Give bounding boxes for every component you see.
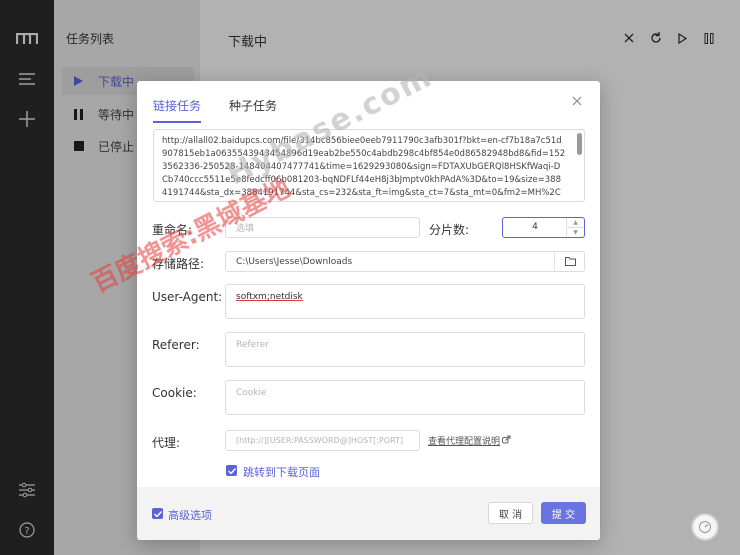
rename-input[interactable]: 选填 <box>225 217 420 238</box>
path-input[interactable]: C:\Users\Jesse\Downloads <box>225 251 585 272</box>
chevron-down-icon[interactable]: ▼ <box>566 227 584 236</box>
advanced-options-checkbox[interactable] <box>152 508 163 519</box>
split-value: 4 <box>532 222 538 232</box>
referer-label: Referer: <box>152 338 200 352</box>
rename-placeholder: 选填 <box>236 224 255 234</box>
dialog-close-icon[interactable] <box>572 95 586 109</box>
dialog-tabs: 链接任务 种子任务 <box>153 97 305 123</box>
user-agent-value: softxm;netdisk <box>236 292 303 302</box>
user-agent-label: User-Agent: <box>152 290 223 304</box>
jump-to-downloading-checkbox[interactable] <box>226 465 237 476</box>
split-stepper[interactable]: 4 ▲ ▼ <box>502 217 585 238</box>
proxy-input[interactable]: [http://][USER:PASSWORD@]HOST[:PORT] <box>225 430 420 451</box>
advanced-options-label[interactable]: 高级选项 <box>168 507 212 523</box>
check-icon <box>227 467 236 474</box>
speedometer-icon[interactable] <box>691 513 719 541</box>
jump-to-downloading-label[interactable]: 跳转到下载页面 <box>243 464 320 480</box>
external-link-icon <box>502 433 511 447</box>
path-value: C:\Users\Jesse\Downloads <box>236 256 353 267</box>
rename-label: 重命名: <box>152 223 193 237</box>
url-textarea[interactable]: http://allall02.baidupcs.com/file/314bc8… <box>153 129 585 202</box>
submit-button[interactable]: 提 交 <box>541 502 586 524</box>
referer-textarea[interactable]: Referer <box>225 332 585 367</box>
proxy-help-link[interactable]: 查看代理配置说明 <box>428 434 500 447</box>
split-label: 分片数: <box>429 223 470 237</box>
proxy-placeholder: [http://][USER:PASSWORD@]HOST[:PORT] <box>236 436 404 445</box>
dialog-footer: 高级选项 取 消 提 交 <box>137 487 600 540</box>
referer-placeholder: Referer <box>236 340 269 350</box>
chevron-up-icon[interactable]: ▲ <box>566 218 584 227</box>
check-icon <box>153 510 162 517</box>
cookie-textarea[interactable]: Cookie <box>225 380 585 415</box>
proxy-label: 代理: <box>152 436 181 450</box>
path-label: 存储路径: <box>152 257 205 271</box>
user-agent-textarea[interactable]: softxm;netdisk <box>225 284 585 319</box>
tab-torrent-task[interactable]: 种子任务 <box>229 97 277 123</box>
cookie-label: Cookie: <box>152 386 197 400</box>
add-task-dialog: 链接任务 种子任务 http://allall02.baidupcs.com/f… <box>137 81 600 540</box>
url-text: http://allall02.baidupcs.com/file/314bc8… <box>162 136 566 198</box>
cookie-placeholder: Cookie <box>236 388 267 398</box>
url-scrollbar[interactable] <box>577 133 582 155</box>
tab-link-task[interactable]: 链接任务 <box>153 97 202 123</box>
folder-icon[interactable] <box>554 251 585 272</box>
cancel-button[interactable]: 取 消 <box>488 502 533 524</box>
